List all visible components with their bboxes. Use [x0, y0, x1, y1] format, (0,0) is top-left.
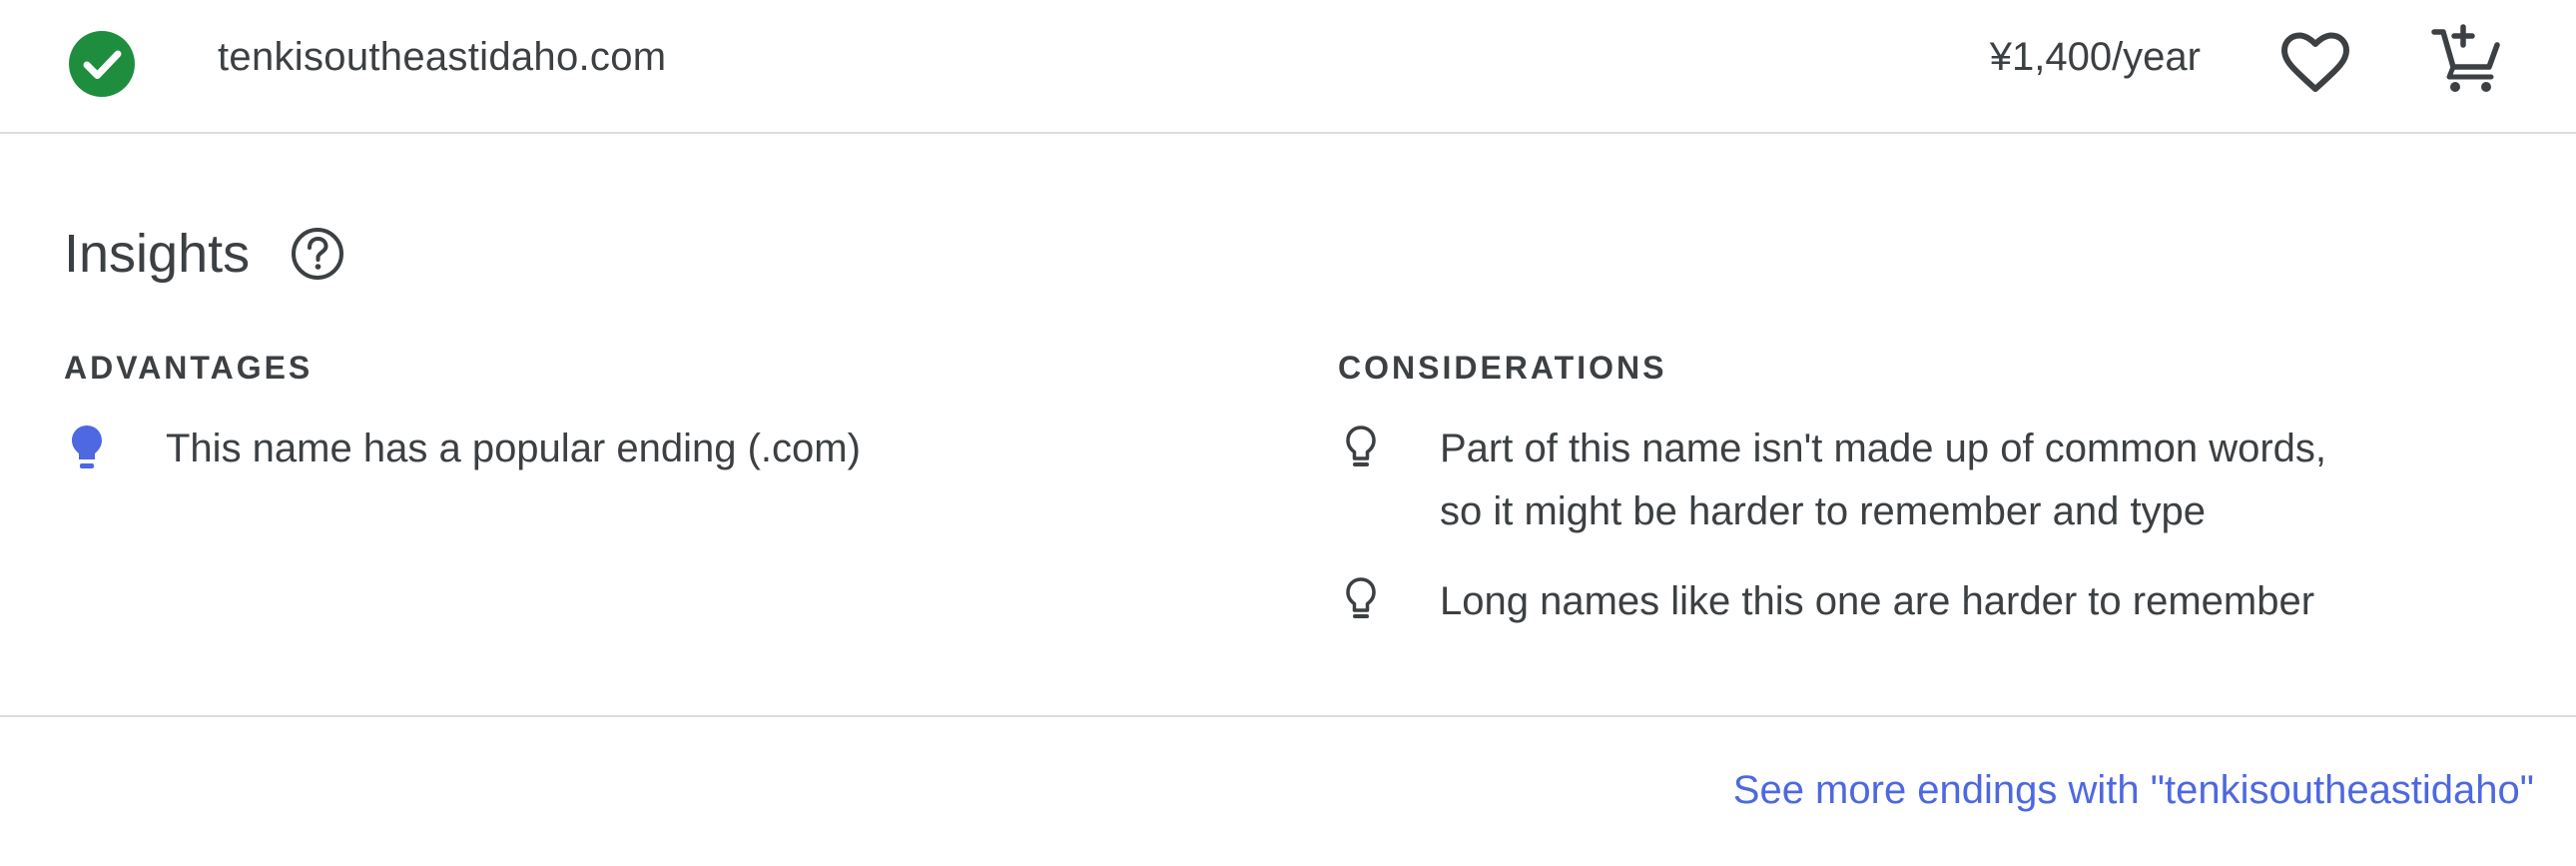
domain-name: tenkisoutheastidaho.com — [218, 35, 667, 79]
add-to-cart-button[interactable] — [2426, 18, 2508, 100]
check-circle-icon — [68, 30, 136, 98]
consideration-item-line: Long names like this one are harder to r… — [1440, 579, 2315, 623]
lightbulb-filled-icon — [68, 424, 112, 473]
advantage-item-text: This name has a popular ending (.com) — [166, 427, 861, 470]
help-circle-icon[interactable] — [290, 226, 345, 282]
heart-outline-icon — [2281, 32, 2349, 92]
domain-price: ¥1,400/year — [1989, 35, 2201, 79]
add-shopping-cart-icon — [2431, 24, 2500, 92]
domain-result-row: tenkisoutheastidaho.com ¥1,400/year — [0, 0, 2576, 134]
lightbulb-outline-icon — [1342, 575, 1386, 625]
favorite-button[interactable] — [2274, 22, 2356, 104]
considerations-heading: CONSIDERATIONS — [1338, 350, 1667, 386]
consideration-item-line: so it might be harder to remember and ty… — [1440, 489, 2207, 533]
advantages-heading: ADVANTAGES — [64, 350, 314, 386]
lightbulb-outline-icon — [1342, 424, 1386, 473]
see-more-endings-link[interactable]: See more endings with "tenkisoutheastida… — [1733, 761, 2534, 819]
divider — [0, 715, 2576, 717]
consideration-item-line: Part of this name isn't made up of commo… — [1440, 427, 2327, 470]
insights-title: Insights — [64, 224, 251, 284]
